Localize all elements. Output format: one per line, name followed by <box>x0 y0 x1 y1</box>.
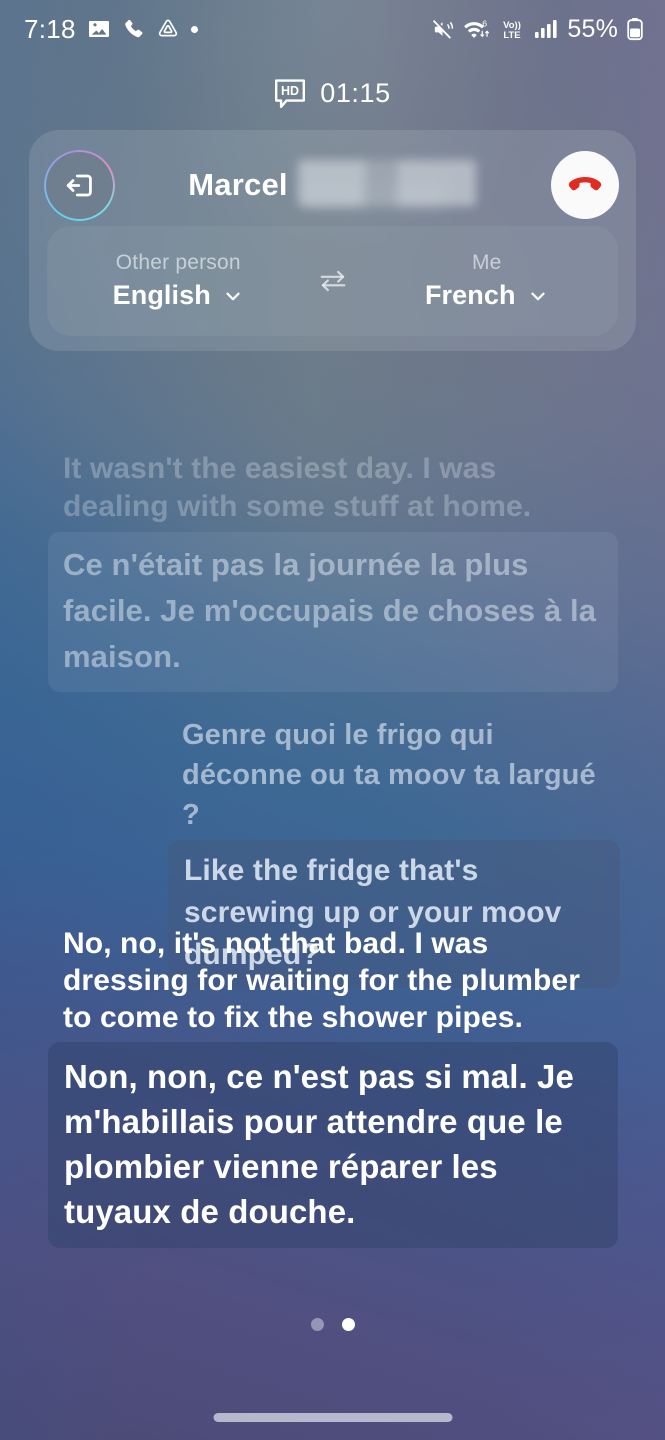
volte-icon: Vo)) LTE <box>503 20 521 41</box>
contact-name-area: Marcel <box>113 160 551 208</box>
me-label: Me <box>471 251 502 274</box>
dot-icon <box>190 25 198 33</box>
status-clock: 7:18 <box>24 14 76 44</box>
status-bar-left: 7:18 <box>24 16 198 42</box>
exit-arrow-icon <box>66 174 92 196</box>
call-status-row: HD 01:15 <box>0 78 665 109</box>
mute-vibrate-icon <box>433 19 454 39</box>
swap-languages-button[interactable] <box>310 264 356 298</box>
call-duration: 01:15 <box>320 78 391 108</box>
my-language-value: French <box>424 280 516 310</box>
status-bar: 7:18 6 Vo)) LTE 55% <box>0 0 665 58</box>
drive-triangle-icon <box>158 19 178 37</box>
page-dot-2[interactable] <box>341 1318 355 1331</box>
wifi-6-icon: 6 <box>464 18 490 38</box>
phone-call-icon <box>125 19 143 37</box>
transcript-list[interactable]: It wasn't the easiest day. I was dealing… <box>0 420 665 1300</box>
svg-text:LTE: LTE <box>504 30 521 41</box>
contact-first-name: Marcel <box>188 167 288 202</box>
page-dot-1[interactable] <box>310 1318 324 1331</box>
message-original-text: No, no, it's not that bad. I was dressin… <box>63 927 580 1034</box>
message-translated-text: Non, non, ce n'est pas si mal. Je m'habi… <box>48 1042 618 1248</box>
contact-surname-redacted <box>297 160 476 206</box>
battery-icon <box>627 18 643 41</box>
home-gesture-bar[interactable] <box>213 1413 452 1422</box>
chevron-down-icon <box>530 292 545 300</box>
my-language-column: Me French <box>356 251 619 311</box>
call-screen: 7:18 6 Vo)) LTE 55% HD 01:15 Marcel Othe… <box>0 0 665 1440</box>
battery-percent: 55% <box>567 14 618 43</box>
signal-bars-icon <box>535 20 557 38</box>
my-language-dropdown[interactable]: French <box>425 280 549 311</box>
photo-icon <box>88 21 109 37</box>
message-translated-text: Ce n'était pas la journée la plus facile… <box>48 532 618 692</box>
transcript-message: It wasn't the easiest day. I was dealing… <box>48 450 618 692</box>
svg-text:6: 6 <box>483 18 488 28</box>
svg-text:HD: HD <box>281 84 299 98</box>
hangup-button[interactable] <box>551 151 619 219</box>
other-person-label: Other person <box>115 251 241 274</box>
other-person-language-column: Other person English <box>47 251 310 311</box>
message-original-text: It wasn't the easiest day. I was dealing… <box>63 452 532 523</box>
page-indicator <box>0 1318 665 1331</box>
call-header-row: Marcel <box>29 130 636 240</box>
other-person-language-dropdown[interactable]: English <box>113 280 244 311</box>
hd-quality-icon: HD <box>275 78 306 108</box>
call-header-card: Marcel Other person English Me French <box>29 130 636 351</box>
language-selector-bar: Other person English Me French <box>47 226 618 336</box>
swap-arrows-icon <box>320 270 345 292</box>
message-original-text: Genre quoi le frigo qui déconne ou ta mo… <box>182 719 596 831</box>
chevron-down-icon <box>226 292 240 300</box>
transcript-message: No, no, it's not that bad. I was dressin… <box>48 925 618 1248</box>
other-person-language-value: English <box>112 280 211 310</box>
minimize-call-button[interactable] <box>46 151 113 219</box>
phone-hangup-icon <box>568 177 602 191</box>
status-bar-right: 6 Vo)) LTE 55% <box>431 15 643 44</box>
